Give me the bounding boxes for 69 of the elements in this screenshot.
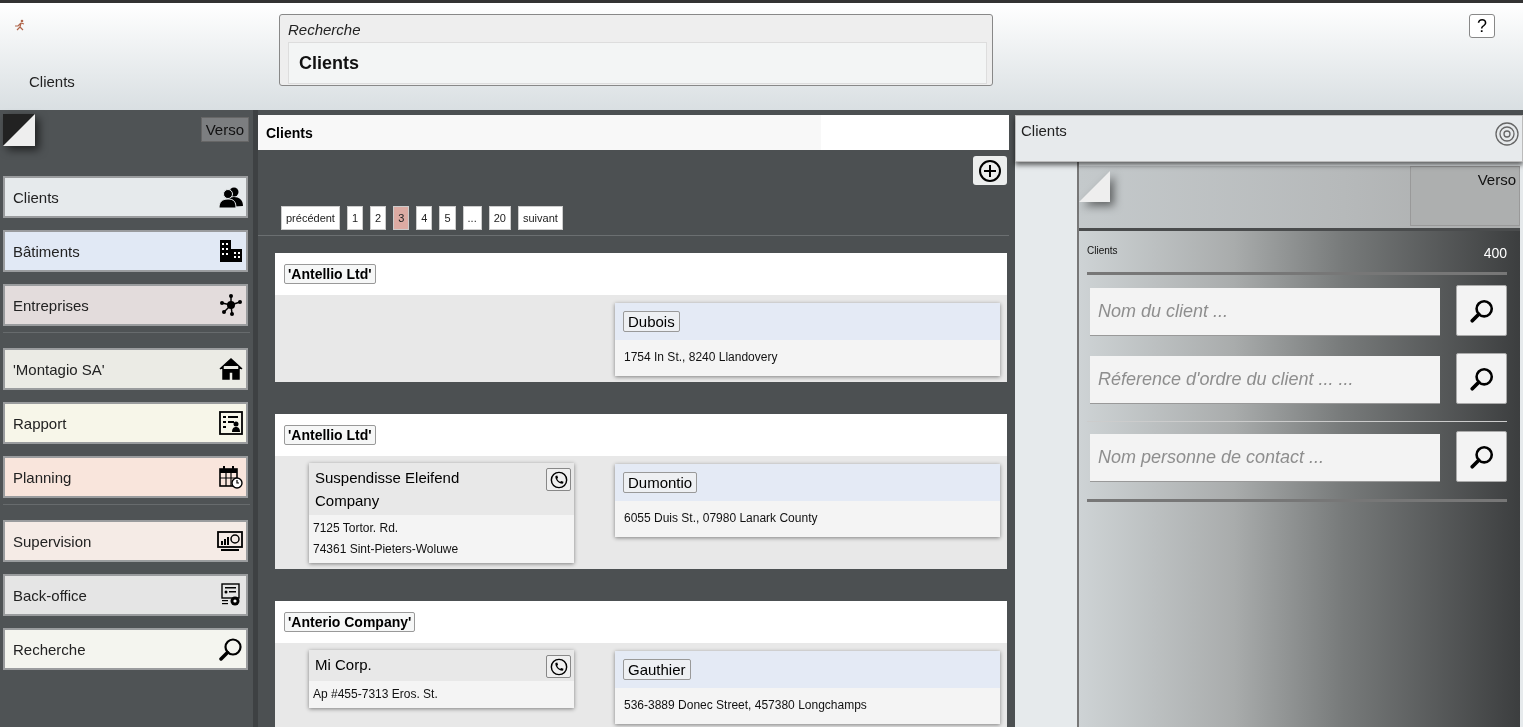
menu-item[interactable]: Clients — [3, 176, 248, 218]
settings-list-icon — [219, 583, 243, 607]
page-title: Clients — [29, 73, 76, 90]
search-icon — [1468, 365, 1495, 392]
menu-item[interactable]: 'Montagio SA' — [3, 348, 248, 390]
menu-item[interactable]: Back-office — [3, 574, 248, 616]
house-icon — [219, 357, 243, 381]
phone-icon — [549, 470, 568, 489]
search-icon — [219, 637, 243, 661]
menu-item[interactable]: Entreprises — [3, 284, 248, 326]
address-line: Ap #455-7313 Eros. St. — [313, 686, 439, 703]
people-icon — [219, 185, 243, 209]
company-name: Mi Corp. — [315, 655, 373, 675]
contact-name-tag[interactable]: Gauthier — [623, 659, 691, 680]
menu-item[interactable]: Planning — [3, 456, 248, 498]
company-tag[interactable]: 'Antellio Ltd' — [284, 264, 376, 284]
search-input[interactable]: Réference d'ordre du client ... ... — [1090, 356, 1440, 404]
search-button[interactable] — [1456, 431, 1507, 482]
client-count: 400 — [1483, 245, 1507, 261]
address-line: 74361 Sint-Pieters-Woluwe — [313, 541, 460, 558]
contact-address: 536-3889 Donec Street, 457380 Longchamps — [624, 697, 868, 714]
search-input[interactable]: Nom du client ... — [1090, 288, 1440, 336]
page-fold-icon[interactable] — [3, 114, 35, 146]
contact-address: 1754 In St., 8240 Llandovery — [624, 349, 779, 366]
monitor-chart-icon — [217, 531, 243, 551]
page-link[interactable]: 3 — [393, 206, 410, 230]
help-button[interactable]: ? — [1469, 14, 1495, 38]
verso-button[interactable]: Verso — [1410, 166, 1520, 226]
search-label: Recherche — [288, 21, 362, 38]
search-button[interactable] — [1456, 353, 1507, 404]
contact-name-tag[interactable]: Dubois — [623, 311, 680, 332]
search-icon — [1468, 297, 1495, 324]
list-label: Clients — [1087, 245, 1118, 256]
page-link[interactable]: ... — [462, 206, 482, 230]
phone-icon — [549, 657, 568, 676]
plus-circle-icon — [978, 158, 1002, 183]
contact-name-tag[interactable]: Dumontio — [623, 472, 698, 493]
company-tag[interactable]: 'Antellio Ltd' — [284, 425, 376, 445]
menu-item[interactable]: Bâtiments — [3, 230, 248, 272]
page-link[interactable]: 4 — [416, 206, 433, 230]
search-input[interactable]: Nom personne de contact ... — [1090, 434, 1440, 482]
verso-button[interactable]: Verso — [200, 117, 249, 142]
contact-address: 6055 Duis St., 07980 Lanark County — [624, 510, 819, 527]
address-line: 7125 Tortor. Rd. — [313, 520, 400, 537]
phone-button[interactable] — [546, 655, 571, 678]
runner-logo-icon — [14, 19, 26, 31]
calendar-clock-icon — [219, 465, 243, 489]
report-icon — [219, 411, 243, 435]
menu-item[interactable]: Supervision — [3, 520, 248, 562]
menu-item[interactable]: Rapport — [3, 402, 248, 444]
page-link[interactable]: 2 — [370, 206, 387, 230]
network-icon — [219, 293, 243, 317]
search-button[interactable] — [1456, 285, 1507, 336]
page-link[interactable]: 1 — [346, 206, 364, 230]
company-name: Suspendisse Eleifend Company — [315, 468, 461, 511]
company-tag[interactable]: 'Anterio Company' — [284, 612, 416, 632]
page-link[interactable]: 20 — [488, 206, 511, 230]
search-field[interactable]: Clients — [288, 42, 987, 84]
panel-title: Clients — [1021, 122, 1067, 139]
page-link[interactable]: 5 — [439, 206, 456, 230]
target-icon[interactable] — [1495, 122, 1519, 146]
previous-page-link[interactable]: précédent — [281, 206, 340, 230]
search-icon — [1468, 443, 1495, 470]
buildings-icon — [219, 239, 243, 263]
panel-title: Clients — [258, 115, 1009, 150]
phone-button[interactable] — [546, 468, 571, 491]
menu-item[interactable]: Recherche — [3, 628, 248, 670]
add-button[interactable] — [973, 156, 1007, 185]
next-page-link[interactable]: suivant — [518, 206, 563, 230]
